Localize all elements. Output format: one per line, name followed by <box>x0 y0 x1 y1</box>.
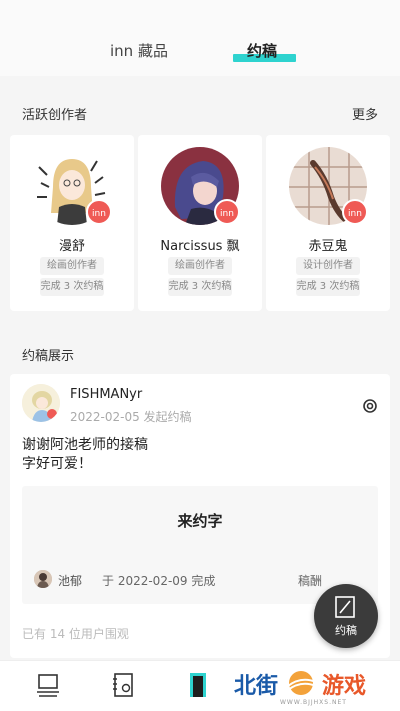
creator-name: Narcissus 飘 <box>160 239 240 254</box>
watermark-url: WWW.BJJHXS.NET <box>280 699 347 706</box>
creator-role-tag: 设计创作者 <box>296 257 360 275</box>
work-complete-date: 于 2022-02-09 完成 <box>102 574 216 588</box>
creator-role-tag: 绘画创作者 <box>168 257 232 275</box>
active-creators-title: 活跃创作者 <box>22 108 88 123</box>
creator-count-tag: 完成 3 次约稿 <box>296 278 360 296</box>
inn-badge: inn <box>214 199 240 225</box>
post-username[interactable]: FISHMANyr <box>70 387 142 402</box>
home-icon[interactable] <box>34 671 62 699</box>
creator-count-tag: 完成 3 次约稿 <box>40 278 104 296</box>
watermark-emblem <box>287 671 317 695</box>
post-text: 谢谢阿池老师的接稿 字好可爱！ <box>22 436 148 474</box>
gear-icon[interactable] <box>362 398 378 414</box>
creator-count-tag: 完成 3 次约稿 <box>168 278 232 296</box>
creator-card[interactable]: inn Narcissus 飘 绘画创作者 完成 3 次约稿 <box>138 135 262 311</box>
fab-label: 约稿 <box>335 624 357 637</box>
commission-nav-icon[interactable] <box>184 671 212 699</box>
post-user-avatar[interactable] <box>22 384 60 422</box>
tab-commission[interactable]: 约稿 <box>247 40 277 61</box>
commission-fab-button[interactable]: 约稿 <box>314 584 378 648</box>
post-text-line: 字好可爱！ <box>22 456 92 472</box>
watermark-text-left: 北街 <box>234 674 279 699</box>
creator-list: inn 漫舒 绘画创作者 完成 3 次约稿 inn Narcissus 飘 绘画… <box>10 135 390 311</box>
work-title: 来约字 <box>177 512 223 530</box>
showcase-title: 约稿展示 <box>22 349 75 364</box>
edit-document-icon <box>335 596 355 618</box>
post-meta: 2022-02-05 发起约稿 <box>70 410 192 424</box>
commission-work-box[interactable]: 来约字 池郁 于 2022-02-09 完成 稿酬 <box>22 486 378 604</box>
inn-badge: inn <box>86 199 112 225</box>
work-fee: 稿酬 <box>298 574 323 588</box>
watermark-logo: 北街 游戏 WWW.BJJHXS.NET <box>230 666 400 711</box>
work-author-avatar <box>34 570 52 588</box>
watermark-text-right: 游戏 <box>322 674 367 699</box>
discover-icon[interactable] <box>110 671 138 699</box>
creator-name: 赤豆鬼 <box>308 239 348 254</box>
showcase-header: 约稿展示 <box>0 341 400 367</box>
active-creators-header: 活跃创作者 更多 <box>0 100 400 126</box>
viewers-count: 已有 14 位用户围观 <box>22 627 129 641</box>
creator-card[interactable]: inn 漫舒 绘画创作者 完成 3 次约稿 <box>10 135 134 311</box>
creator-card[interactable]: inn 赤豆鬼 设计创作者 完成 3 次约稿 <box>266 135 390 311</box>
creator-name: 漫舒 <box>58 239 85 254</box>
more-link[interactable]: 更多 <box>352 104 378 123</box>
tab-collection[interactable]: inn 藏品 <box>110 40 168 61</box>
post-text-line: 谢谢阿池老师的接稿 <box>22 437 148 453</box>
work-author: 池郁 <box>58 574 83 588</box>
creator-role-tag: 绘画创作者 <box>40 257 104 275</box>
inn-badge: inn <box>342 199 368 225</box>
top-tab-bar: inn 藏品 约稿 <box>0 0 400 76</box>
